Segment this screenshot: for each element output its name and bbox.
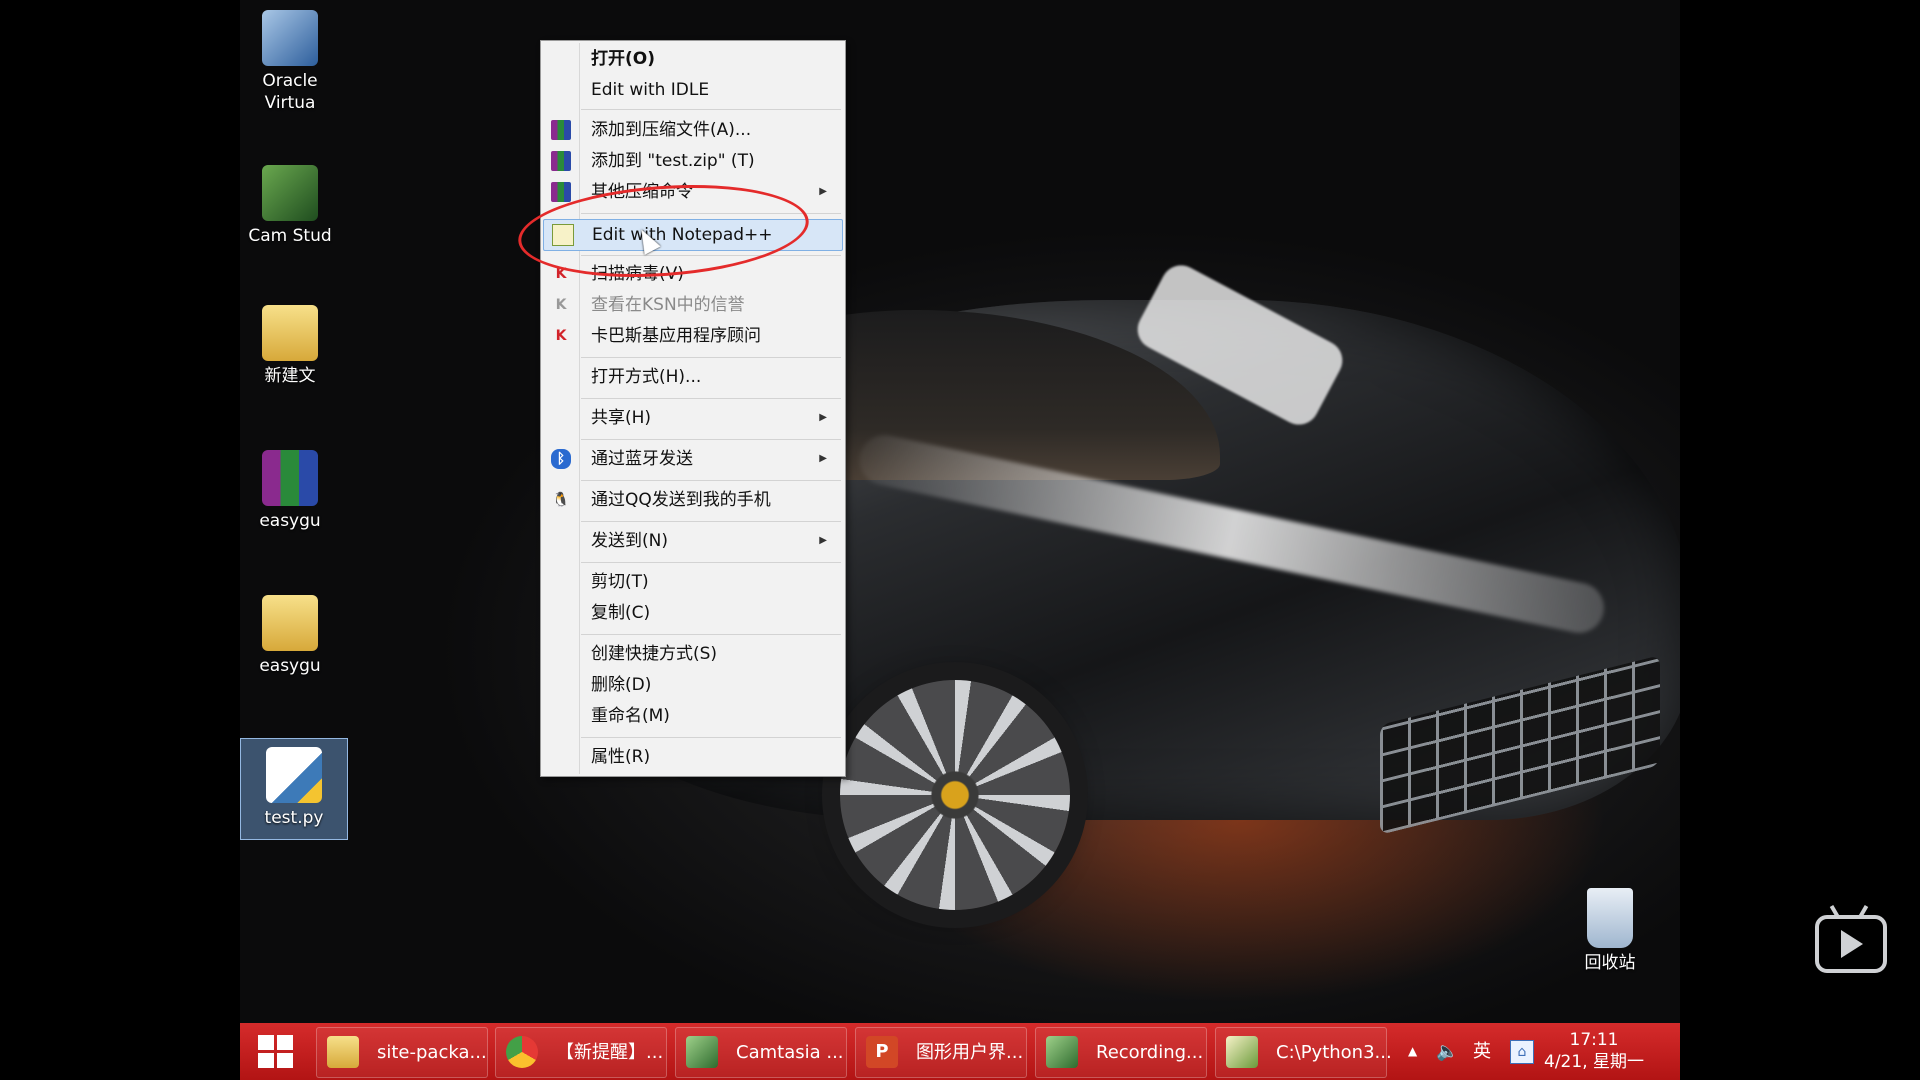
menu-item-add-to-archive[interactable]: 添加到压缩文件(A)...	[543, 116, 841, 144]
clock-date: 4/21, 星期一	[1544, 1052, 1644, 1072]
menu-separator	[581, 521, 841, 522]
wallpaper-car-wheel	[840, 680, 1070, 910]
bluetooth-icon: ᛒ	[551, 449, 571, 469]
menu-item-copy[interactable]: 复制(C)	[543, 599, 841, 627]
kaspersky-icon: K	[555, 328, 567, 344]
recycle-bin-icon	[1587, 888, 1633, 948]
camtasia-icon	[262, 165, 318, 221]
volume-icon[interactable]: 🔈	[1436, 1023, 1458, 1080]
menu-item-create-shortcut[interactable]: 创建快捷方式(S)	[543, 640, 841, 668]
menu-separator	[581, 357, 841, 358]
chrome-icon	[506, 1036, 538, 1068]
winrar-icon	[551, 151, 571, 171]
powerpoint-icon: P	[866, 1036, 898, 1068]
play-icon-antenna	[1829, 904, 1841, 920]
camtasia-icon	[686, 1036, 718, 1068]
winrar-icon	[551, 182, 571, 202]
icon-camtasia-studio[interactable]: Cam Stud	[240, 165, 340, 247]
clock-time: 17:11	[1569, 1030, 1619, 1050]
ime-indicator[interactable]: 英	[1473, 1023, 1491, 1080]
submenu-arrow-icon: ▶	[819, 535, 827, 546]
desktop-screen: Oracle Virtua Cam Stud 新建文 easygu easygu…	[240, 0, 1680, 1080]
notepadpp-icon	[552, 224, 574, 246]
windows-logo-pane	[258, 1053, 274, 1068]
menu-item-send-to[interactable]: 发送到(N) ▶	[543, 527, 841, 555]
menu-separator	[581, 109, 841, 110]
menu-separator	[581, 480, 841, 481]
windows-logo-icon	[258, 1035, 274, 1050]
taskbar-button-powerpoint[interactable]: P 图形用户界...	[855, 1027, 1027, 1078]
submenu-arrow-icon: ▶	[819, 412, 827, 423]
menu-item-edit-with-idle[interactable]: Edit with IDLE	[543, 76, 841, 104]
taskbar-button-explorer[interactable]: site-packa...	[316, 1027, 488, 1078]
windows-logo-pane	[277, 1035, 293, 1050]
icon-new-folder[interactable]: 新建文	[240, 305, 340, 387]
menu-item-share[interactable]: 共享(H) ▶	[543, 404, 841, 432]
play-icon-antenna	[1857, 904, 1869, 920]
context-menu: 打开(O) Edit with IDLE 添加到压缩文件(A)... 添加到 "…	[540, 40, 846, 777]
show-hidden-icons-chevron-icon[interactable]: ▲	[1408, 1023, 1417, 1080]
menu-item-send-via-qq[interactable]: 🐧 通过QQ发送到我的手机	[543, 486, 841, 514]
menu-item-scan-virus[interactable]: K 扫描病毒(V)	[543, 260, 841, 288]
archive-icon	[262, 450, 318, 506]
menu-item-edit-with-notepadpp[interactable]: Edit with Notepad++	[543, 219, 843, 251]
folder-icon	[262, 595, 318, 651]
icon-test-py[interactable]: test.py	[240, 738, 348, 840]
taskbar: site-packa... 【新提醒】... Camtasia ... P 图形…	[240, 1023, 1680, 1080]
taskbar-button-chrome[interactable]: 【新提醒】...	[495, 1027, 667, 1078]
winrar-icon	[551, 120, 571, 140]
menu-item-rename[interactable]: 重命名(M)	[543, 702, 841, 730]
menu-item-send-via-bluetooth[interactable]: ᛒ 通过蓝牙发送 ▶	[543, 445, 841, 473]
python-shell-icon	[1226, 1036, 1258, 1068]
taskbar-button-python[interactable]: C:\Python3...	[1215, 1027, 1392, 1078]
menu-item-cut[interactable]: 剪切(T)	[543, 568, 841, 596]
video-play-icon[interactable]	[1815, 904, 1887, 973]
menu-item-open[interactable]: 打开(O)	[543, 45, 841, 73]
menu-item-ksn-reputation[interactable]: K 查看在KSN中的信誉	[543, 291, 841, 319]
taskbar-button-camtasia[interactable]: Camtasia ...	[675, 1027, 847, 1078]
menu-item-open-with[interactable]: 打开方式(H)...	[543, 363, 841, 391]
start-button[interactable]	[258, 1035, 294, 1069]
menu-item-add-to-test-zip[interactable]: 添加到 "test.zip" (T)	[543, 147, 841, 175]
folder-icon	[262, 305, 318, 361]
submenu-arrow-icon: ▶	[819, 453, 827, 464]
icon-oracle-virtualbox[interactable]: Oracle Virtua	[240, 10, 340, 114]
recorder-icon	[1046, 1036, 1078, 1068]
kaspersky-icon: K	[555, 266, 567, 282]
folder-icon	[327, 1036, 359, 1068]
menu-item-properties[interactable]: 属性(R)	[543, 743, 841, 771]
network-icon[interactable]: ⌂	[1510, 1040, 1534, 1064]
qq-penguin-icon: 🐧	[552, 492, 570, 508]
menu-separator	[581, 634, 841, 635]
menu-item-kaspersky-advisor[interactable]: K 卡巴斯基应用程序顾问	[543, 322, 841, 350]
menu-separator	[581, 562, 841, 563]
taskbar-clock[interactable]: 17:11 4/21, 星期一	[1544, 1029, 1644, 1073]
icon-easygui-1[interactable]: easygu	[240, 450, 340, 532]
virtualbox-icon	[262, 10, 318, 66]
windows-logo-pane	[277, 1053, 293, 1068]
menu-separator	[581, 213, 841, 214]
taskbar-button-recording[interactable]: Recording...	[1035, 1027, 1207, 1078]
menu-separator	[581, 398, 841, 399]
kaspersky-icon: K	[555, 297, 567, 313]
menu-item-other-compress-commands[interactable]: 其他压缩命令 ▶	[543, 178, 841, 206]
icon-easygui-2[interactable]: easygu	[240, 595, 340, 677]
submenu-arrow-icon: ▶	[819, 186, 827, 197]
menu-separator	[581, 737, 841, 738]
menu-separator	[581, 439, 841, 440]
icon-recycle-bin[interactable]: 回收站	[1560, 888, 1660, 974]
python-file-icon	[266, 747, 322, 803]
menu-separator	[581, 255, 841, 256]
menu-item-delete[interactable]: 删除(D)	[543, 671, 841, 699]
